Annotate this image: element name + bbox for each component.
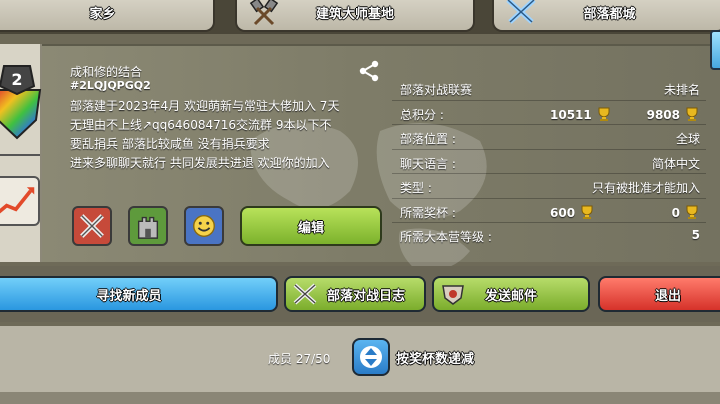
clan-tag: #2LQJQPGQ2	[70, 79, 151, 92]
find-members-label: 寻找新成员	[96, 288, 162, 304]
info-row-war-league: 部落对战联赛 未排名	[392, 76, 706, 101]
clan-level: 2	[11, 70, 22, 89]
tab-clan-capital[interactable]: 部落都城	[492, 0, 720, 32]
builder-hammers-icon	[249, 0, 279, 26]
description-line: 无理由不上线↗qq646084716交流群 9本以下不	[70, 118, 332, 132]
war-log-label: 部落对战日志	[326, 288, 405, 304]
send-mail-button[interactable]: 发送邮件	[432, 276, 590, 312]
tab-home-village[interactable]: 家乡	[0, 0, 215, 32]
leave-clan-button[interactable]: 退出	[598, 276, 720, 312]
type-value: 只有被批准才能加入	[591, 181, 700, 195]
clan-capital-button[interactable]	[128, 206, 168, 246]
info-row-total-points: 总积分 : 10511 9808	[392, 101, 706, 125]
smiley-icon	[193, 215, 215, 237]
clan-info-table: 部落对战联赛 未排名 总积分 : 10511 9808 部落位置 : 全球 聊天…	[392, 76, 706, 248]
tab-builder-base[interactable]: 建筑大师基地	[235, 0, 475, 32]
find-members-button[interactable]: 寻找新成员	[0, 276, 278, 312]
war-log-button[interactable]: 部落对战日志	[284, 276, 426, 312]
total-points-value-home: 10511	[550, 106, 612, 122]
clan-stats-icon[interactable]	[0, 176, 40, 226]
crossed-swords-icon	[293, 283, 317, 305]
required-townhall-value: 5	[691, 228, 700, 242]
clan-badge-icon: 2	[0, 65, 42, 140]
clan-action-bar: 寻找新成员 部落对战日志 发送邮件 退出	[0, 266, 720, 322]
total-points-value-builder: 9808	[647, 106, 700, 122]
sort-button[interactable]	[352, 338, 390, 376]
required-trophies-label: 所需奖杯 :	[400, 205, 456, 220]
info-row-type: 类型 : 只有被批准才能加入	[392, 174, 706, 199]
description-line: 部落建于2023年4月 欢迎萌新与常驻大佬加入 7天	[70, 99, 340, 113]
share-icon[interactable]	[358, 60, 380, 82]
trophy-icon	[581, 205, 593, 219]
trophy-icon	[686, 107, 698, 121]
trophy-icon	[598, 107, 610, 121]
top-tab-bar: 家乡 建筑大师基地 部落都城	[0, 0, 720, 34]
type-label: 类型 :	[400, 181, 432, 195]
capital-swords-icon	[506, 0, 536, 24]
language-label: 聊天语言 :	[400, 156, 456, 171]
tab-home-label: 家乡	[89, 6, 116, 22]
war-league-value: 未排名	[663, 83, 700, 97]
send-mail-label: 发送邮件	[484, 288, 537, 304]
tab-builder-label: 建筑大师基地	[315, 6, 394, 22]
clan-description: 部落建于2023年4月 欢迎萌新与常驻大佬加入 7天 无理由不上线↗qq6460…	[70, 97, 390, 173]
friendly-emoji-button[interactable]	[184, 206, 224, 246]
info-row-location: 部落位置 : 全球	[392, 125, 706, 150]
war-league-label: 部落对战联赛	[400, 83, 473, 97]
sort-arrows-icon	[360, 346, 382, 368]
info-row-required-townhall: 所需大本营等级 : 5	[392, 223, 706, 248]
mail-shield-icon	[442, 285, 464, 305]
total-points-label: 总积分 :	[400, 107, 444, 122]
edit-button[interactable]: 编辑	[240, 206, 382, 246]
info-row-language: 聊天语言 : 简体中文	[392, 150, 706, 174]
required-townhall-label: 所需大本营等级 :	[400, 230, 492, 244]
description-line: 要乱捐兵 部落比较咸鱼 没有捐兵要求	[70, 137, 270, 151]
member-count: 成员 27/50	[268, 352, 331, 366]
crossed-swords-icon	[80, 214, 104, 238]
castle-icon	[137, 216, 159, 239]
language-value: 简体中文	[651, 156, 700, 171]
required-trophies-builder: 0	[672, 204, 700, 220]
trophy-icon	[686, 205, 698, 219]
description-line: 进来多聊聊天就行 共同发展共进退 欢迎你的加入	[70, 156, 330, 170]
required-trophies-home: 600	[550, 204, 595, 220]
sort-label: 按奖杯数递减	[396, 352, 475, 367]
side-scroll-tab[interactable]	[710, 30, 720, 70]
divider	[0, 154, 40, 156]
location-label: 部落位置 :	[400, 132, 456, 146]
clan-war-button[interactable]	[72, 206, 112, 246]
clan-name: 成和修的结合	[70, 65, 143, 79]
info-row-required-trophies: 所需奖杯 : 600 0	[392, 199, 706, 223]
leave-label: 退出	[654, 288, 681, 304]
tab-capital-label: 部落都城	[583, 6, 636, 22]
member-list-top	[0, 392, 720, 404]
location-value: 全球	[675, 132, 700, 146]
